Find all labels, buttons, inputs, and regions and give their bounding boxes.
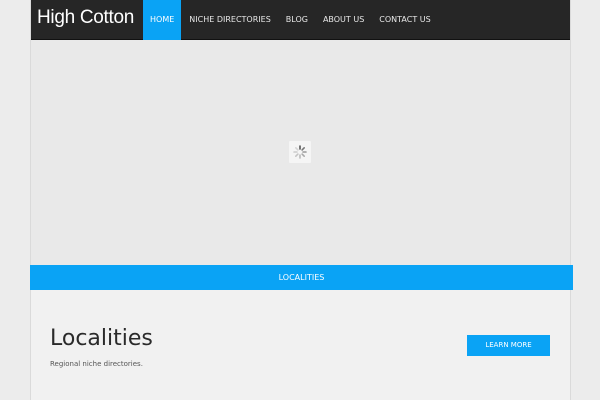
section-description: Regional niche directories. [50, 360, 143, 368]
nav-item-blog[interactable]: BLOG [279, 0, 315, 40]
page-frame: High Cotton HOME NICHE DIRECTORIES BLOG … [30, 0, 573, 400]
nav-item-contact-us[interactable]: CONTACT US [372, 0, 437, 40]
nav-item-niche-directories[interactable]: NICHE DIRECTORIES [182, 0, 278, 40]
feature-section: Localities Regional niche directories. L… [31, 290, 570, 400]
section-title: Localities [50, 326, 153, 351]
nav-item-home[interactable]: HOME [143, 0, 182, 40]
main-nav: HOME NICHE DIRECTORIES BLOG ABOUT US CON… [143, 0, 438, 40]
site-logo[interactable]: High Cotton [37, 7, 134, 29]
hero-slider[interactable] [31, 40, 570, 265]
spinner-icon [289, 141, 311, 163]
learn-more-button[interactable]: LEARN MORE [467, 335, 550, 356]
slider-caption[interactable]: LOCALITIES [30, 265, 573, 290]
nav-item-about-us[interactable]: ABOUT US [316, 0, 371, 40]
navbar: High Cotton HOME NICHE DIRECTORIES BLOG … [31, 0, 570, 40]
